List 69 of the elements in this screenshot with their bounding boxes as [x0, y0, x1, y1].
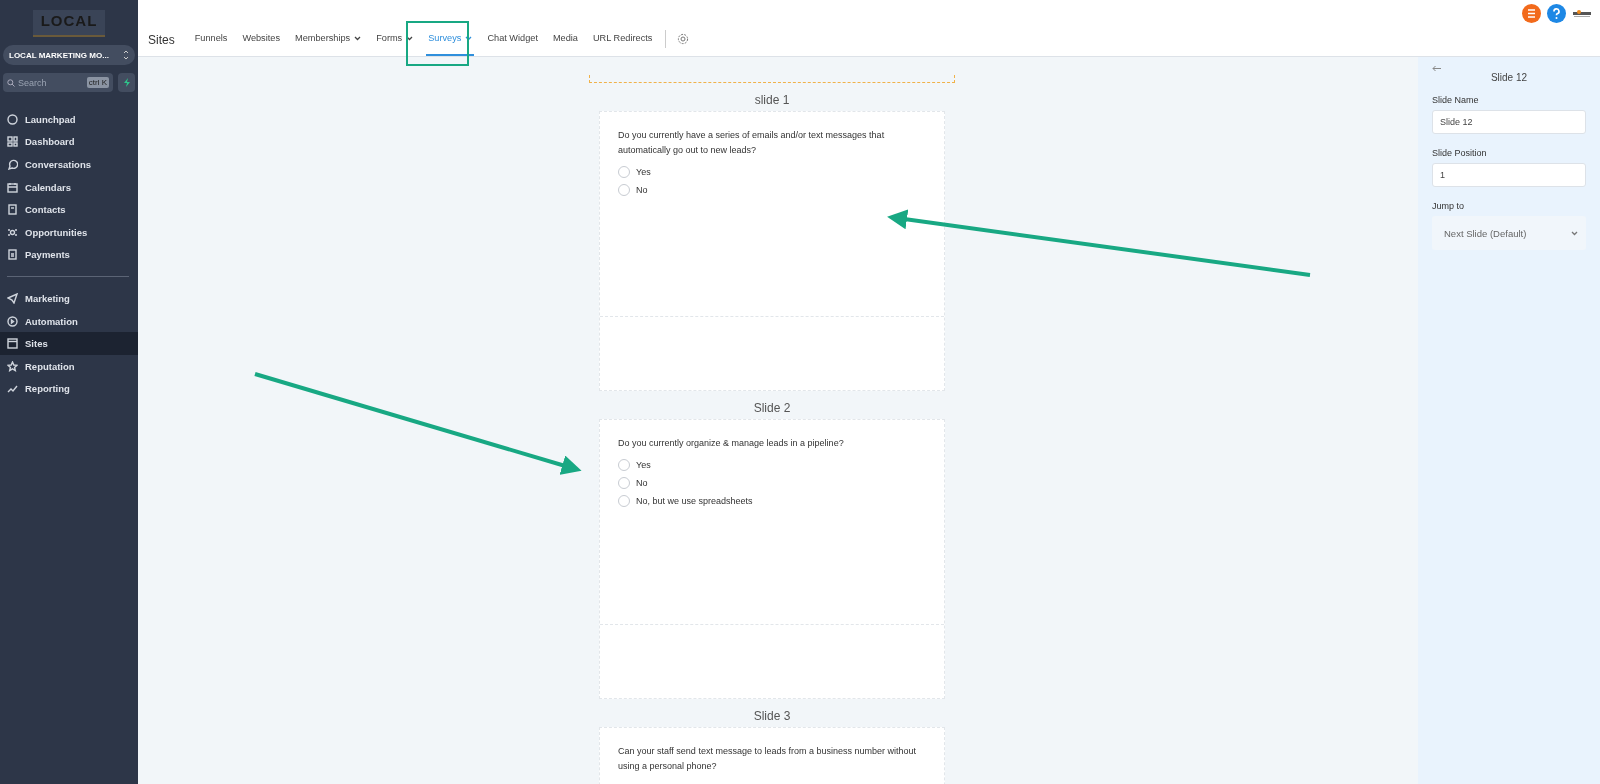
nav-tab[interactable]: Forms: [374, 22, 416, 56]
question-text: Can your staff send text message to leads from a business number without using a personal phone?: [618, 745, 917, 773]
account-switcher[interactable]: LOCAL MARKETING MO...: [3, 45, 135, 65]
option-label: No: [636, 478, 648, 488]
opportunities-icon: [7, 226, 18, 238]
calendar-icon: [7, 181, 18, 193]
automation-icon: [7, 315, 18, 327]
nav-tab[interactable]: Memberships: [293, 22, 364, 56]
star-icon: [7, 360, 18, 372]
field-label: Jump to: [1432, 201, 1465, 211]
nav-tab[interactable]: Websites: [240, 22, 282, 56]
sidebar-item[interactable]: Conversations: [0, 153, 138, 176]
sidebar-item[interactable]: Dashboard: [0, 130, 138, 154]
settings-icon[interactable]: [677, 33, 690, 45]
field-label: Slide Position: [1432, 148, 1488, 158]
shortcut-hint: ctrl K: [86, 77, 109, 88]
field-label: Slide Name: [1432, 95, 1480, 105]
bolt-icon: [122, 78, 131, 87]
nav-tab[interactable]: Media: [550, 22, 580, 56]
question-text: Do you currently organize & manage leads in a pipeline?: [618, 437, 845, 450]
option-label: Yes: [636, 167, 651, 177]
search-box[interactable]: Search ctrl K: [3, 73, 113, 92]
sidebar-item[interactable]: Payments: [0, 243, 138, 267]
chevron-down-icon: [406, 35, 414, 41]
updown-icon: [123, 50, 129, 60]
trend-icon: [7, 383, 18, 395]
sidebar-item[interactable]: Contacts: [0, 198, 138, 221]
slide-title: Slide 2: [752, 400, 792, 417]
search-field[interactable]: Search: [18, 77, 84, 88]
sidebar-item[interactable]: Sites: [0, 332, 138, 355]
sidebar-item[interactable]: Opportunities: [0, 220, 138, 244]
slide-title: slide 1: [753, 92, 791, 109]
nav-tab[interactable]: Funnels: [192, 22, 230, 56]
logo-icon[interactable]: [1572, 8, 1592, 19]
highlight-frame: [406, 21, 469, 66]
chevron-down-icon: [465, 35, 473, 41]
chat-icon: [7, 159, 18, 170]
nav-tab[interactable]: Chat Widget: [485, 22, 540, 56]
launchpad-icon: [7, 113, 18, 125]
page-title: Sites: [148, 33, 175, 47]
nav-tab[interactable]: URL Redirects: [591, 22, 655, 56]
logo: LOCAL: [32, 10, 106, 37]
help-icon[interactable]: [1547, 4, 1566, 23]
contacts-icon: [7, 204, 18, 216]
sidebar-item[interactable]: Launchpad: [0, 108, 138, 131]
text-field[interactable]: 1: [1432, 163, 1586, 187]
option-label: No, but we use spreadsheets: [636, 496, 753, 506]
select-field[interactable]: Next Slide (Default): [1432, 216, 1586, 250]
option-label: No: [636, 185, 648, 195]
sidebar-item[interactable]: Calendars: [0, 175, 138, 199]
sidebar-item[interactable]: Automation: [0, 309, 138, 333]
sidebar-item[interactable]: Reputation: [0, 354, 138, 378]
option-label: Yes: [636, 460, 651, 470]
panel-title: Slide 12: [1489, 72, 1529, 83]
back-arrow-icon[interactable]: [1432, 65, 1442, 72]
sites-icon: [7, 338, 18, 350]
dashboard-icon: [7, 136, 18, 148]
chevron-down-icon: [1571, 230, 1578, 236]
sidebar-item[interactable]: Marketing: [0, 287, 138, 310]
sidebar-item[interactable]: Reporting: [0, 377, 138, 401]
slide-title: Slide 3: [752, 708, 792, 725]
send-icon: [7, 292, 18, 304]
list-icon[interactable]: [1522, 4, 1541, 23]
chevron-down-icon: [354, 35, 362, 41]
text-field[interactable]: Slide 12: [1432, 110, 1586, 134]
question-text: Do you currently have a series of emails and/or text messages that automatically go out to new leads?: [618, 129, 886, 157]
payments-icon: [7, 249, 18, 261]
quick-action-button[interactable]: [118, 73, 135, 92]
search-icon: [7, 78, 15, 87]
